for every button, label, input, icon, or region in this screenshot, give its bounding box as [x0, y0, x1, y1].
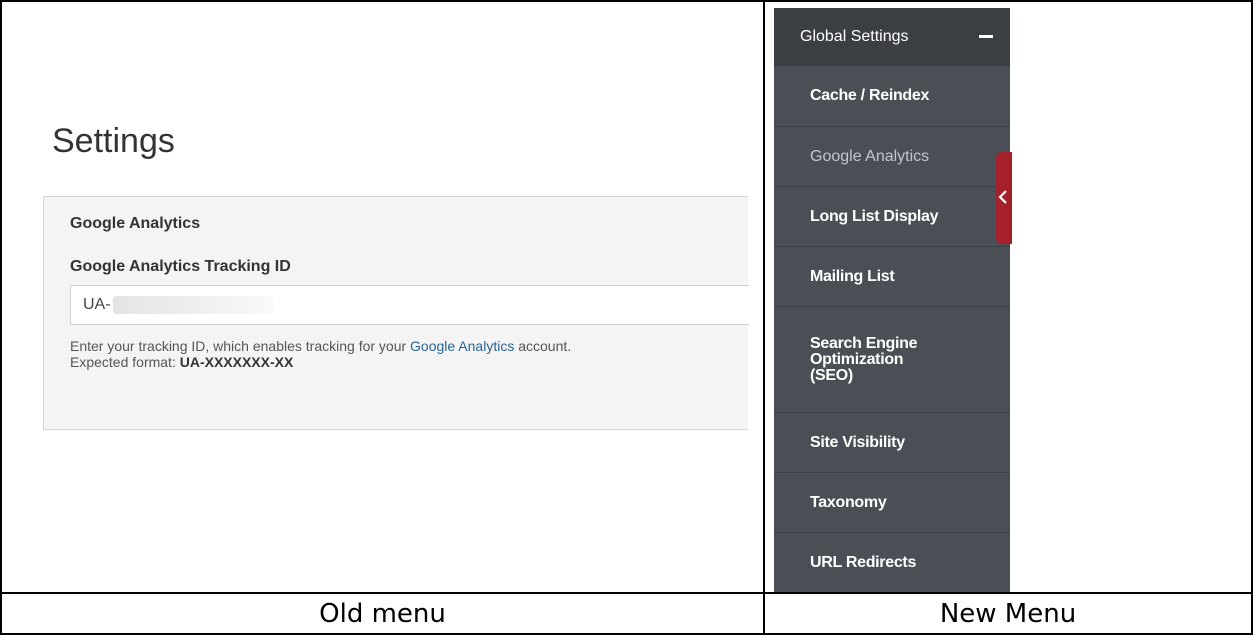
nav-item-label: Site Visibility — [810, 433, 905, 451]
tracking-id-input[interactable]: UA- — [70, 285, 749, 325]
nav-item-cache-reindex[interactable]: Cache / Reindex — [774, 66, 1010, 127]
format-label: Expected format: — [70, 354, 180, 370]
nav-item-label: URL Redirects — [810, 553, 917, 571]
global-settings-nav: Global Settings Cache / Reindex Google A… — [774, 8, 1010, 592]
format-value: UA-XXXXXXX-XX — [179, 354, 294, 370]
nav-item-label: Cache / Reindex — [810, 87, 930, 104]
table-border-left — [0, 0, 2, 635]
google-analytics-link[interactable]: Google Analytics — [410, 338, 514, 354]
global-settings-header[interactable]: Global Settings — [774, 8, 1010, 66]
caption-new-menu: New Menu — [939, 598, 1077, 629]
nav-item-mailing-list[interactable]: Mailing List — [774, 247, 1010, 307]
tracking-id-label: Google Analytics Tracking ID — [70, 258, 291, 275]
nav-item-long-list-display[interactable]: Long List Display — [774, 187, 1010, 247]
nav-item-site-visibility[interactable]: Site Visibility — [774, 413, 1010, 473]
nav-item-google-analytics[interactable]: Google Analytics — [774, 127, 1010, 187]
caption-old-menu: Old menu — [319, 598, 446, 629]
table-border-top — [0, 0, 1253, 2]
nav-item-label: Google Analytics — [810, 147, 930, 165]
redacted-value — [112, 296, 273, 314]
help-text-end: account. — [514, 338, 572, 354]
nav-item-label: Taxonomy — [810, 493, 887, 511]
minus-icon[interactable] — [979, 35, 993, 38]
nav-item-taxonomy[interactable]: Taxonomy — [774, 473, 1010, 533]
chevron-left-icon — [998, 190, 1007, 204]
global-settings-header-label: Global Settings — [800, 28, 909, 45]
panel-heading: Google Analytics — [70, 215, 201, 232]
help-text: Enter your tracking ID, which enables tr… — [70, 338, 571, 370]
google-analytics-panel: Google Analytics Google Analytics Tracki… — [43, 196, 749, 430]
nav-item-url-redirects[interactable]: URL Redirects — [774, 533, 1010, 592]
nav-item-seo[interactable]: Search Engine Optimization (SEO) — [774, 307, 1010, 413]
nav-item-label: Mailing List — [810, 267, 895, 285]
table-column-divider — [763, 0, 765, 635]
page-title: Settings — [52, 122, 175, 160]
collapse-nav-tab[interactable] — [996, 152, 1012, 244]
help-text-start: Enter your tracking ID, which enables tr… — [70, 338, 411, 354]
tracking-id-value: UA- — [83, 296, 111, 313]
nav-item-label: Search Engine Optimization (SEO) — [810, 334, 918, 384]
nav-item-label: Long List Display — [810, 207, 939, 225]
